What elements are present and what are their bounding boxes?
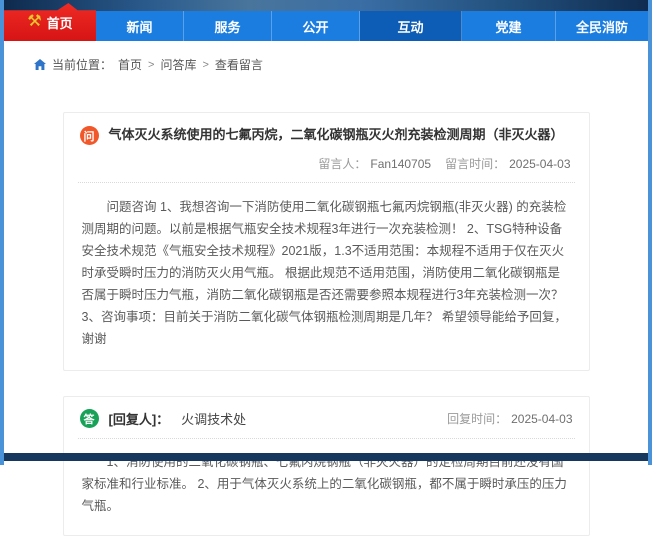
nav-tab-interaction[interactable]: 互动 <box>360 11 462 41</box>
breadcrumb: 当前位置： 首页 > 问答库 > 查看留言 <box>4 41 648 86</box>
breadcrumb-prefix: 当前位置： <box>52 56 112 73</box>
footer-bar <box>4 453 648 461</box>
answer-header: 答 [回复人]： 火调技术处 回复时间： 2025-04-03 <box>64 397 589 438</box>
breadcrumb-link-qa-library[interactable]: 问答库 <box>160 56 196 73</box>
nav-tab-label: 全民消防 <box>576 17 628 36</box>
nav-tab-label: 党建 <box>495 17 521 36</box>
breadcrumb-link-view-message[interactable]: 查看留言 <box>215 56 263 73</box>
answer-card: 答 [回复人]： 火调技术处 回复时间：2025-04-03 1、消防使用的二氧… <box>63 396 590 536</box>
header-photo-banner <box>4 0 648 11</box>
answer-badge: 答 <box>80 409 99 428</box>
answer-time-label: 回复时间： <box>447 412 507 426</box>
nav-tab-label: 公开 <box>302 17 328 36</box>
nav-tab-label: 互动 <box>397 17 423 36</box>
nav-tab-news[interactable]: 新闻 <box>96 11 184 41</box>
question-author: Fan140705 <box>370 157 431 171</box>
answer-replier: 火调技术处 <box>181 409 246 428</box>
nav-tab-label: 服务 <box>214 17 240 36</box>
question-card: 问 气体灭火系统使用的七氟丙烷，二氧化碳钢瓶灭火剂充装检测周期（非灭火器） 留言… <box>63 112 590 371</box>
nav-tab-national-fire[interactable]: 全民消防 <box>556 11 648 41</box>
question-author-label: 留言人： <box>318 157 366 171</box>
question-header: 问 气体灭火系统使用的七氟丙烷，二氧化碳钢瓶灭火剂充装检测周期（非灭火器） <box>64 113 589 153</box>
answer-time: 2025-04-03 <box>511 412 572 426</box>
question-meta: 留言人： Fan140705 留言时间： 2025-04-03 <box>64 153 589 182</box>
home-icon <box>34 59 46 70</box>
nav-tab-services[interactable]: 服务 <box>184 11 272 41</box>
question-title: 气体灭火系统使用的七氟丙烷，二氧化碳钢瓶灭火剂充装检测周期（非灭火器） <box>109 126 564 144</box>
content-area: 问 气体灭火系统使用的七氟丙烷，二氧化碳钢瓶灭火剂充装检测周期（非灭火器） 留言… <box>63 112 590 536</box>
nav-home-label: 首页 <box>47 13 73 32</box>
main-nav: ⚒ 首页 新闻 服务 公开 互动 党建 全民消防 <box>4 11 648 41</box>
nav-tab-public[interactable]: 公开 <box>272 11 360 41</box>
question-time: 2025-04-03 <box>509 157 570 171</box>
question-badge: 问 <box>80 126 99 145</box>
answer-time-row: 回复时间： 2025-04-03 <box>447 410 572 427</box>
breadcrumb-separator: > <box>148 59 154 71</box>
question-time-label: 留言时间： <box>445 157 505 171</box>
question-body: 问题咨询 1、我想咨询一下消防使用二氧化碳钢瓶七氟丙烷钢瓶(非灭火器) 的充装检… <box>64 183 589 370</box>
fire-emblem-icon: ⚒ <box>27 14 41 30</box>
breadcrumb-link-home[interactable]: 首页 <box>118 56 142 73</box>
answer-replier-label: [回复人]： <box>109 409 170 428</box>
nav-tab-label: 新闻 <box>126 17 152 36</box>
breadcrumb-separator: > <box>202 59 208 71</box>
nav-tab-party-building[interactable]: 党建 <box>462 11 556 41</box>
